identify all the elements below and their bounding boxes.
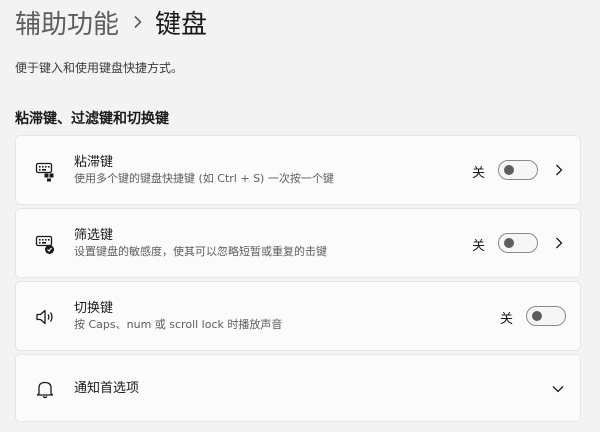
sticky-keys-toggle[interactable] (498, 160, 538, 180)
breadcrumb-parent-accessibility[interactable]: 辅助功能 (15, 4, 119, 41)
sticky-keys-title: 粘滞键 (74, 155, 114, 170)
sticky-keys-text: 粘滞键 使用多个键的键盘快捷键 (如 Ctrl + S) 一次按一个键 (74, 154, 334, 186)
sticky-keys-state-label: 关 (472, 166, 486, 181)
section-title: 粘滞键、过滤键和切换键 (15, 111, 169, 127)
breadcrumb: 辅助功能 键盘 (15, 2, 207, 42)
toggle-knob (504, 165, 514, 175)
toggle-keys-toggle[interactable] (526, 306, 566, 326)
toggle-keys-subtitle: 按 Caps、num 或 scroll lock 时播放声音 (74, 318, 283, 331)
speaker-icon (33, 305, 57, 329)
filter-keys-text: 筛选键 设置键盘的敏感度，使其可以忽略短暂或重复的击键 (74, 227, 327, 259)
breadcrumb-chevron-icon (133, 15, 143, 29)
page-title: 键盘 (155, 9, 208, 40)
filter-keys-state-label: 关 (472, 239, 486, 254)
chevron-right-icon[interactable] (551, 235, 567, 251)
sticky-keys-subtitle: 使用多个键的键盘快捷键 (如 Ctrl + S) 一次按一个键 (74, 172, 334, 185)
toggle-knob (532, 311, 542, 321)
filter-keys-subtitle: 设置键盘的敏感度，使其可以忽略短暂或重复的击键 (74, 245, 327, 258)
filter-keys-icon (33, 232, 57, 256)
sticky-keys-icon (33, 159, 57, 183)
chevron-down-icon[interactable] (550, 381, 566, 397)
notification-preferences-text: 通知首选项 (74, 380, 139, 397)
toggle-keys-state-label: 关 (500, 312, 514, 327)
toggle-keys-text: 切换键 按 Caps、num 或 scroll lock 时播放声音 (74, 300, 282, 332)
toggle-keys-title: 切换键 (74, 301, 114, 316)
toggle-knob (504, 238, 514, 248)
bell-icon (33, 377, 57, 401)
filter-keys-card[interactable]: 筛选键 设置键盘的敏感度，使其可以忽略短暂或重复的击键 关 (15, 208, 581, 278)
toggle-keys-card: 切换键 按 Caps、num 或 scroll lock 时播放声音 关 (15, 281, 581, 351)
filter-keys-title: 筛选键 (74, 228, 114, 243)
sticky-keys-card[interactable]: 粘滞键 使用多个键的键盘快捷键 (如 Ctrl + S) 一次按一个键 关 (15, 135, 581, 205)
filter-keys-toggle[interactable] (498, 233, 538, 253)
notification-preferences-title: 通知首选项 (74, 381, 140, 396)
chevron-right-icon[interactable] (551, 162, 567, 178)
notification-preferences-card[interactable]: 通知首选项 (15, 354, 581, 422)
page-description: 便于键入和使用键盘快捷方式。 (15, 61, 184, 75)
